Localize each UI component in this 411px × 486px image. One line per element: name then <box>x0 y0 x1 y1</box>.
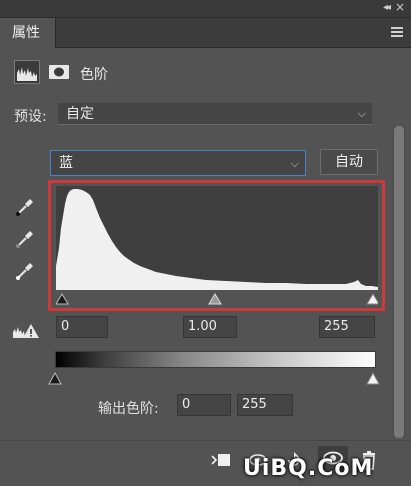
channel-value: 蓝 <box>59 155 73 171</box>
preset-value: 自定 <box>66 106 94 122</box>
panel-top-strip: ◂◂ × <box>0 0 411 18</box>
clip-to-layer-icon[interactable] <box>210 450 232 470</box>
output-black-field[interactable]: 0 <box>177 394 231 416</box>
output-white-field[interactable]: 255 <box>237 394 293 416</box>
tab-properties[interactable]: 属性 <box>0 18 56 48</box>
panel-menu-icon[interactable] <box>391 27 403 37</box>
scrollbar-thumb[interactable] <box>394 126 404 438</box>
preset-label: 预设: <box>14 109 47 125</box>
input-black-handle <box>55 293 69 305</box>
auto-button[interactable]: 自动 <box>320 149 378 175</box>
input-gamma-field[interactable]: 1.00 <box>183 316 237 338</box>
watermark: UiBQ.CoM <box>243 456 374 481</box>
preset-dropdown[interactable]: 自定 ⌵ <box>58 103 372 125</box>
output-levels-label: 输出色阶: <box>98 401 159 417</box>
chevron-down-icon: ⌵ <box>357 107 366 120</box>
output-white-handle <box>366 371 380 385</box>
adjustment-title: 色阶 <box>80 67 108 83</box>
clipping-warning-icon[interactable] <box>12 322 40 340</box>
input-levels-slider[interactable] <box>55 290 380 306</box>
collapse-icon[interactable]: ◂◂ <box>383 2 391 14</box>
input-white-handle <box>366 293 380 305</box>
white-eyedropper-icon[interactable] <box>14 260 36 282</box>
black-eyedropper-icon[interactable] <box>14 196 36 218</box>
panel-scrollbar[interactable] <box>393 126 405 438</box>
gray-eyedropper-icon[interactable] <box>14 228 36 250</box>
close-icon[interactable]: × <box>395 1 405 13</box>
panel-tab-bar: 属性 <box>0 18 411 48</box>
input-white-field[interactable]: 255 <box>319 316 375 338</box>
output-levels-slider[interactable] <box>48 368 384 386</box>
input-black-field[interactable]: 0 <box>56 316 108 338</box>
input-gamma-handle <box>208 293 222 305</box>
output-gradient-bar <box>55 351 376 368</box>
chevron-down-icon: ⌵ <box>290 157 299 170</box>
channel-dropdown[interactable]: 蓝 ⌵ <box>50 150 306 176</box>
histogram-adjustment-icon <box>14 60 40 84</box>
output-black-handle <box>48 371 62 385</box>
mask-icon <box>48 64 70 80</box>
